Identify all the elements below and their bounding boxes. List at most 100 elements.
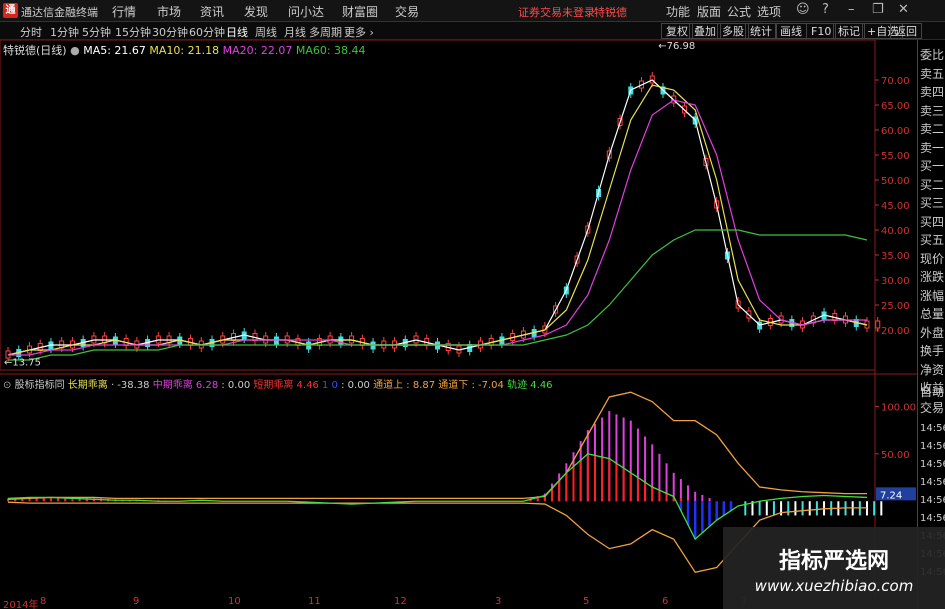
price-label-1: 65.00: [881, 101, 910, 112]
x-label-7: 5: [583, 596, 590, 607]
watermark-url: www.xuezhibiao.com: [754, 577, 914, 595]
right-menu-1[interactable]: 版面: [697, 3, 721, 20]
indicator-legend-14: 轨迹: [503, 380, 528, 391]
x-label-4: 11: [308, 596, 321, 607]
ma-legend: 特锐德(日线) ● MA5: 21.67 MA10: 21.18 MA20: 2…: [3, 42, 366, 58]
indicator-legend-13: : -7.04: [468, 380, 504, 391]
period-8[interactable]: 月线: [284, 24, 306, 40]
ind-label-0: 100.00: [881, 402, 916, 413]
toolbar-button-8[interactable]: 返回: [890, 23, 922, 39]
indicator-legend-11: : 8.87: [403, 380, 436, 391]
menu-2[interactable]: 资讯: [200, 3, 224, 20]
sidebar-time-4: 14:56: [920, 495, 945, 506]
sidebar-item-3[interactable]: 卖三: [920, 102, 945, 120]
sidebar-item-7[interactable]: 买二: [920, 176, 945, 194]
period-6[interactable]: 日线: [226, 24, 248, 40]
indicator-legend-2: · -38.38: [107, 380, 150, 391]
login-warning[interactable]: 证券交易未登录: [518, 4, 595, 20]
help-icon[interactable]: ?: [822, 2, 829, 17]
sidebar-item-8[interactable]: 买三: [920, 194, 945, 212]
price-label-8: 30.00: [881, 276, 910, 287]
price-label-2: 60.00: [881, 126, 910, 137]
stock-tag[interactable]: 特锐德: [594, 4, 627, 20]
x-label-5: 12: [394, 596, 407, 607]
app-title: 通达信金融终端: [21, 6, 98, 19]
sidebar-item-17[interactable]: 净资: [920, 361, 945, 379]
sidebar-time-5: 14:56: [920, 513, 945, 524]
indicator-legend-3: 中期乖离: [149, 380, 193, 391]
sidebar-item-9[interactable]: 买四: [920, 213, 945, 231]
toolbar-button-6[interactable]: 标记: [833, 23, 865, 39]
right-menu-0[interactable]: 功能: [666, 3, 690, 20]
period-1[interactable]: 1分钟: [50, 24, 79, 40]
auto-trade-tab[interactable]: 自动交易: [920, 384, 945, 416]
indicator-settings-icon[interactable]: ⊙: [3, 380, 11, 391]
menu-3[interactable]: 发现: [244, 3, 268, 20]
toolbar-button-5[interactable]: F10: [806, 23, 837, 39]
sidebar-item-12[interactable]: 涨跌: [920, 268, 945, 286]
low-annotation: ←13.75: [4, 357, 41, 368]
kline-chart[interactable]: 70.00 65.00 60.00 55.00 50.00 45.00 40.00 35.00…: [0, 40, 917, 596]
price-label-10: 20.00: [881, 326, 910, 337]
toolbar-button-4[interactable]: 画线: [775, 23, 807, 39]
x-label-1: 8: [40, 596, 47, 607]
settings-dot-icon[interactable]: ●: [70, 44, 80, 57]
sidebar-time-3: 14:56: [920, 477, 945, 488]
menu-4[interactable]: 问小达: [288, 3, 324, 20]
sidebar-item-11[interactable]: 现价: [920, 250, 945, 268]
watermark-title: 指标严选网: [778, 549, 889, 574]
watermark-overlay: 指标严选网 www.xuezhibiao.com: [723, 527, 945, 609]
title-bar: 通 通达信金融终端 行情 市场 资讯 发现 问小达 财富圈 交易 证券交易未登录 特锐德 功…: [0, 0, 945, 22]
high-annotation: ←76.98: [658, 41, 695, 52]
indicator-legend-9: : 0.00: [337, 380, 370, 391]
sidebar-time-0: 14:56: [920, 423, 945, 434]
user-icon[interactable]: ☺: [796, 2, 810, 17]
period-9[interactable]: 多周期: [309, 24, 342, 40]
x-label-6: 3: [495, 596, 502, 607]
sidebar-item-0[interactable]: 委比: [920, 46, 945, 64]
ma-line-MA10: [7, 84, 868, 356]
period-3[interactable]: 15分钟: [115, 24, 151, 40]
price-label-9: 25.00: [881, 301, 910, 312]
menu-6[interactable]: 交易: [395, 3, 419, 20]
sidebar-time-1: 14:56: [920, 441, 945, 452]
indicator-legend-6: 短期乖离: [250, 380, 294, 391]
period-10[interactable]: 更多 ›: [344, 24, 374, 40]
menu-5[interactable]: 财富圈: [342, 3, 378, 20]
indicator-legend-5: : 0.00: [218, 380, 251, 391]
right-menu-2[interactable]: 公式: [727, 3, 751, 20]
restore-icon[interactable]: ❐: [872, 2, 884, 17]
right-menu-3[interactable]: 选项: [757, 3, 781, 20]
period-5[interactable]: 60分钟: [189, 24, 225, 40]
sidebar-item-4[interactable]: 卖二: [920, 120, 945, 138]
period-4[interactable]: 30分钟: [152, 24, 188, 40]
price-label-6: 40.00: [881, 226, 910, 237]
app-logo-icon: 通: [3, 3, 18, 18]
period-2[interactable]: 5分钟: [82, 24, 111, 40]
toolbar-button-3[interactable]: 统计: [745, 23, 777, 39]
x-label-3: 10: [228, 596, 241, 607]
sidebar-item-2[interactable]: 卖四: [920, 83, 945, 101]
price-label-5: 45.00: [881, 201, 910, 212]
sidebar-item-10[interactable]: 买五: [920, 231, 945, 249]
period-7[interactable]: 周线: [255, 24, 277, 40]
menu-0[interactable]: 行情: [112, 3, 136, 20]
period-toolbar: 分时 1分钟 5分钟 15分钟 30分钟 60分钟 日线 周线 月线 多周期 更多 › 复权 叠加 多股…: [0, 22, 945, 40]
indicator-legend-15: 4.46: [527, 380, 553, 391]
price-panel-frame: [0, 40, 876, 371]
sidebar-item-5[interactable]: 卖一: [920, 139, 945, 157]
sidebar-item-13[interactable]: 涨幅: [920, 287, 945, 305]
sidebar-item-16[interactable]: 换手: [920, 342, 945, 360]
sidebar-item-15[interactable]: 外盘: [920, 324, 945, 342]
x-label-0: 2014年: [3, 600, 39, 609]
minimize-icon[interactable]: –: [848, 2, 855, 17]
ma-legend-1: MA10: 21.18: [149, 44, 223, 57]
ma-legend-3: MA60: 38.44: [295, 44, 366, 57]
sidebar-item-6[interactable]: 买一: [920, 157, 945, 175]
period-0[interactable]: 分时: [20, 24, 42, 40]
indicator-legend-10: 通道上: [369, 380, 404, 391]
sidebar-item-14[interactable]: 总量: [920, 305, 945, 323]
menu-1[interactable]: 市场: [157, 3, 181, 20]
sidebar-item-1[interactable]: 卖五: [920, 65, 945, 83]
close-icon[interactable]: ✕: [898, 2, 909, 17]
